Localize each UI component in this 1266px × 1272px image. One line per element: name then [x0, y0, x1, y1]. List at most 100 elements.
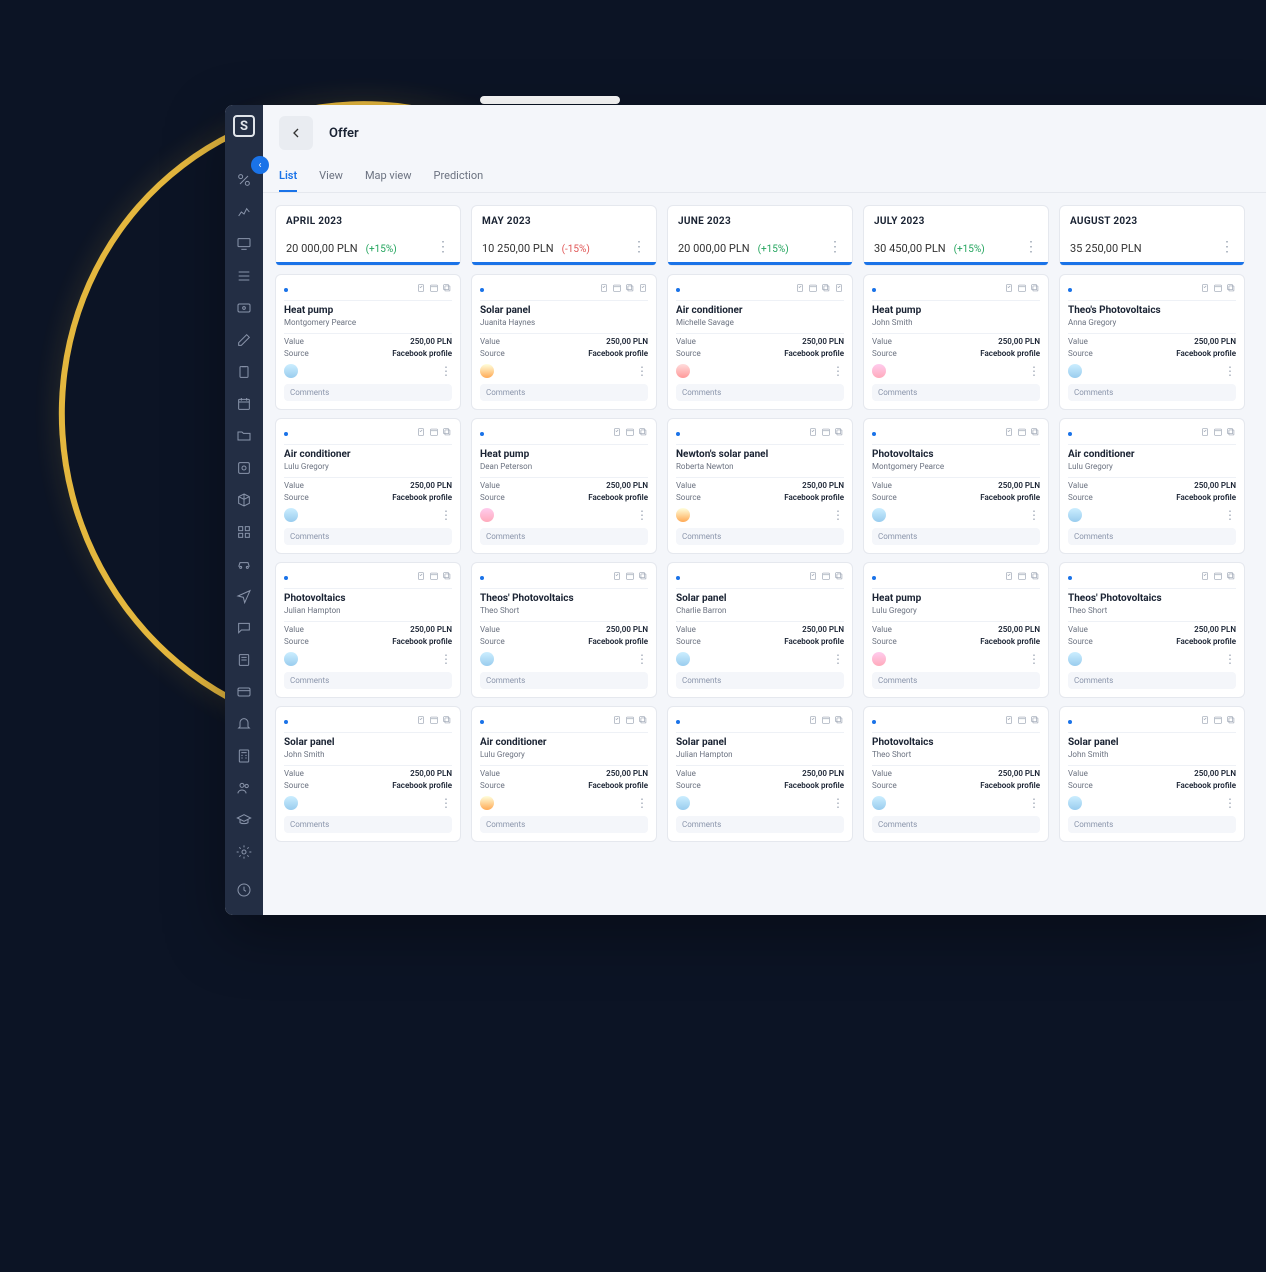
checklist-icon[interactable] [416, 571, 426, 584]
checklist-icon[interactable] [808, 715, 818, 728]
offer-card[interactable]: Air conditioner Michelle Savage Value250… [667, 274, 853, 410]
offer-card[interactable]: Photovoltaics Montgomery Pearce Value250… [863, 418, 1049, 554]
car-icon[interactable] [235, 555, 253, 573]
avatar[interactable] [676, 508, 690, 522]
copy-icon[interactable] [834, 571, 844, 584]
back-button[interactable] [279, 116, 313, 150]
avatar[interactable] [1068, 364, 1082, 378]
copy-icon[interactable] [442, 715, 452, 728]
checklist-icon[interactable] [1200, 715, 1210, 728]
offer-card[interactable]: Solar panel John Smith Value250,00 PLN S… [1059, 706, 1245, 842]
avatar[interactable] [284, 796, 298, 810]
avatar[interactable] [872, 508, 886, 522]
tab-list[interactable]: List [279, 161, 297, 192]
edit-icon[interactable] [235, 331, 253, 349]
copy-icon[interactable] [1030, 283, 1040, 296]
checklist-icon[interactable] [1004, 571, 1014, 584]
calendar-icon[interactable] [429, 283, 439, 296]
card-comments[interactable]: Comments [872, 528, 1040, 545]
calendar-icon[interactable] [625, 427, 635, 440]
avatar[interactable] [480, 652, 494, 666]
card-comments[interactable]: Comments [872, 816, 1040, 833]
avatar[interactable] [1068, 796, 1082, 810]
calendar-icon[interactable] [625, 715, 635, 728]
avatar[interactable] [284, 508, 298, 522]
avatar[interactable] [284, 364, 298, 378]
copy-icon[interactable] [638, 427, 648, 440]
card-comments[interactable]: Comments [676, 384, 844, 401]
copy-icon[interactable] [1030, 427, 1040, 440]
app-logo[interactable]: S [233, 115, 255, 137]
copy-icon[interactable] [638, 571, 648, 584]
checklist-icon[interactable] [416, 283, 426, 296]
calc-icon[interactable] [235, 747, 253, 765]
copy-icon[interactable] [625, 283, 635, 296]
avatar[interactable] [1068, 508, 1082, 522]
copy-icon[interactable] [821, 283, 831, 296]
card-comments[interactable]: Comments [284, 384, 452, 401]
monitor-icon[interactable] [235, 235, 253, 253]
checklist-icon[interactable] [1200, 571, 1210, 584]
checklist-icon[interactable] [1200, 427, 1210, 440]
calendar-icon[interactable] [625, 571, 635, 584]
checklist-icon[interactable] [599, 283, 609, 296]
avatar[interactable] [872, 652, 886, 666]
card-comments[interactable]: Comments [284, 528, 452, 545]
card-comments[interactable]: Comments [480, 672, 648, 689]
clock-icon[interactable] [235, 881, 253, 899]
copy-icon[interactable] [442, 427, 452, 440]
calendar-icon[interactable] [1017, 427, 1027, 440]
settings-icon[interactable] [235, 843, 253, 861]
card-comments[interactable]: Comments [872, 672, 1040, 689]
avatar[interactable] [480, 796, 494, 810]
copy-icon[interactable] [1226, 715, 1236, 728]
card-comments[interactable]: Comments [480, 528, 648, 545]
calendar-icon[interactable] [1213, 571, 1223, 584]
calendar-icon[interactable] [235, 395, 253, 413]
calendar-icon[interactable] [429, 715, 439, 728]
card-comments[interactable]: Comments [1068, 384, 1236, 401]
tab-map-view[interactable]: Map view [365, 161, 412, 192]
offer-card[interactable]: Solar panel Julian Hampton Value250,00 P… [667, 706, 853, 842]
copy-icon[interactable] [1030, 571, 1040, 584]
avatar[interactable] [676, 796, 690, 810]
avatar[interactable] [872, 796, 886, 810]
tab-view[interactable]: View [319, 161, 343, 192]
card-comments[interactable]: Comments [284, 816, 452, 833]
offer-card[interactable]: Solar panel Charlie Barron Value250,00 P… [667, 562, 853, 698]
list-icon[interactable] [235, 267, 253, 285]
calendar-icon[interactable] [1017, 283, 1027, 296]
checklist-icon[interactable] [808, 571, 818, 584]
checklist-icon[interactable] [795, 283, 805, 296]
calendar-icon[interactable] [1017, 715, 1027, 728]
calendar-icon[interactable] [1213, 715, 1223, 728]
card-icon[interactable] [235, 683, 253, 701]
card-comments[interactable]: Comments [480, 816, 648, 833]
checklist-icon[interactable] [1004, 427, 1014, 440]
offer-card[interactable]: Newton's solar panel Roberta Newton Valu… [667, 418, 853, 554]
cube-icon[interactable] [235, 491, 253, 509]
checklist-icon[interactable] [416, 427, 426, 440]
checklist-icon[interactable] [808, 427, 818, 440]
avatar[interactable] [676, 652, 690, 666]
offer-card[interactable]: Theo's Photovoltaics Anna Gregory Value2… [1059, 274, 1245, 410]
checklist-icon[interactable] [638, 283, 648, 296]
copy-icon[interactable] [638, 715, 648, 728]
offer-card[interactable]: Theos' Photovoltaics Theo Short Value250… [1059, 562, 1245, 698]
offer-card[interactable]: Air conditioner Lulu Gregory Value250,00… [275, 418, 461, 554]
card-comments[interactable]: Comments [1068, 672, 1236, 689]
note-icon[interactable] [235, 651, 253, 669]
calendar-icon[interactable] [821, 715, 831, 728]
card-comments[interactable]: Comments [480, 384, 648, 401]
offer-card[interactable]: Heat pump John Smith Value250,00 PLN Sou… [863, 274, 1049, 410]
grid-icon[interactable] [235, 523, 253, 541]
calendar-icon[interactable] [821, 427, 831, 440]
calendar-icon[interactable] [429, 427, 439, 440]
checklist-icon[interactable] [834, 283, 844, 296]
checklist-icon[interactable] [612, 571, 622, 584]
offer-card[interactable]: Solar panel John Smith Value250,00 PLN S… [275, 706, 461, 842]
card-comments[interactable]: Comments [1068, 816, 1236, 833]
folder-icon[interactable] [235, 427, 253, 445]
offer-card[interactable]: Solar panel Juanita Haynes Value250,00 P… [471, 274, 657, 410]
card-comments[interactable]: Comments [872, 384, 1040, 401]
